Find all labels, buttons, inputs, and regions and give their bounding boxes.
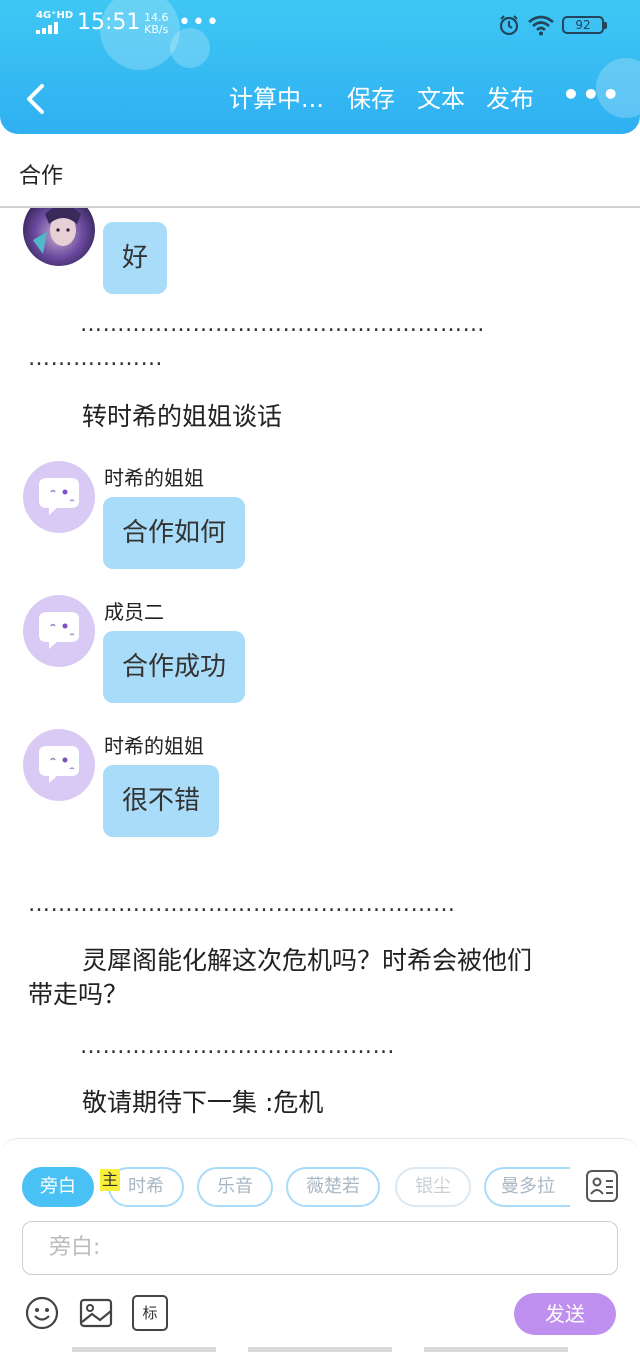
message-text: 很不错	[122, 786, 201, 816]
message-bubble[interactable]: 好	[103, 222, 168, 294]
clock: 15:51	[77, 10, 141, 35]
message-bubble[interactable]: 合作如何	[103, 497, 246, 569]
role-chip-leyin[interactable]: 乐音	[197, 1167, 273, 1207]
narration-line: 带走吗？	[28, 980, 129, 1009]
separator-dots: ……………………………………	[80, 1034, 395, 1059]
chat-avatar-icon[interactable]	[23, 729, 95, 801]
message-text: 合作成功	[122, 652, 227, 682]
sender-name: 成员二	[104, 600, 164, 624]
chat-avatar-icon[interactable]	[23, 461, 95, 533]
role-chip-yinchen[interactable]: 银尘	[395, 1167, 471, 1207]
message-text: 合作如何	[122, 518, 227, 548]
signal-icon	[36, 22, 62, 34]
alarm-icon	[499, 15, 519, 36]
chat-avatar-icon[interactable]	[23, 595, 95, 667]
wifi-icon	[528, 15, 554, 36]
app-header: 4G⁺HD 15:51 14.6 KB/s ••• 92 计算中... 保存 文…	[0, 0, 640, 134]
speech-bubble-icon	[39, 612, 79, 649]
separator-dots: ………………	[28, 346, 163, 371]
home-indicator-segment	[248, 1347, 392, 1352]
speech-bubble-icon	[39, 478, 79, 515]
narration-line: 灵犀阁能化解这次危机吗？时希会被他们	[82, 946, 533, 975]
role-chip-weichuruo[interactable]: 薇楚若	[286, 1167, 380, 1207]
chapter-title[interactable]: 合作	[19, 158, 63, 190]
publish-button[interactable]: 发布	[486, 84, 534, 114]
speech-bubble-icon	[39, 746, 79, 783]
network-label: 4G⁺HD	[36, 10, 74, 21]
dialogue-input[interactable]: 旁白:	[22, 1221, 618, 1275]
top-navbar: 计算中... 保存 文本 发布 •••	[0, 70, 640, 128]
home-indicator-segment	[424, 1347, 568, 1352]
message-text: 好	[122, 243, 149, 273]
narration-text[interactable]: 敬请期待下一集 :危机	[82, 1086, 323, 1120]
role-chip-narrator[interactable]: 旁白	[22, 1167, 94, 1207]
role-chip-manduola[interactable]: 曼多拉	[484, 1167, 570, 1207]
narration-text[interactable]: 灵犀阁能化解这次危机吗？时希会被他们 带走吗？	[28, 944, 618, 1012]
emoji-icon[interactable]	[24, 1295, 60, 1331]
text-button[interactable]: 文本	[417, 84, 465, 114]
save-button[interactable]: 保存	[347, 84, 395, 114]
more-menu-icon[interactable]: •••	[562, 78, 622, 111]
net-speed: 14.6 KB/s	[144, 12, 169, 36]
character-portrait-icon	[33, 208, 81, 254]
main-role-tag: 主	[100, 1169, 120, 1191]
computing-status: 计算中...	[229, 85, 324, 113]
cast-list-icon[interactable]	[585, 1169, 619, 1203]
message-bubble[interactable]: 合作成功	[103, 631, 246, 703]
chapter-title-bar: 合作	[0, 134, 640, 208]
sender-name: 时希的姐姐	[104, 734, 204, 758]
separator-dots: ………………………………………………	[80, 312, 485, 337]
message-bubble[interactable]: 很不错	[103, 765, 220, 837]
net-speed-unit: KB/s	[144, 23, 169, 36]
battery-indicator: 92	[562, 16, 607, 34]
back-arrow-icon[interactable]	[20, 82, 50, 116]
home-indicator-segment	[72, 1347, 216, 1352]
image-icon[interactable]	[78, 1295, 114, 1331]
send-button[interactable]: 发送	[514, 1293, 616, 1335]
input-panel: 旁白 时希 主 乐音 薇楚若 银尘 曼多拉 旁白: 标 发送	[0, 1138, 640, 1352]
character-avatar-image[interactable]	[23, 208, 95, 266]
tag-tool-button[interactable]: 标	[132, 1295, 168, 1331]
story-content[interactable]: 好 ……………………………………………… ……………… 转时希的姐姐谈话 时希的…	[0, 208, 640, 1138]
status-bar: 4G⁺HD 15:51 14.6 KB/s ••• 92	[0, 0, 640, 52]
status-more-icon: •••	[178, 10, 220, 35]
separator-dots: …………………………………………………	[28, 892, 456, 917]
sender-name: 时希的姐姐	[104, 466, 204, 490]
narration-text[interactable]: 转时希的姐姐谈话	[82, 400, 282, 434]
